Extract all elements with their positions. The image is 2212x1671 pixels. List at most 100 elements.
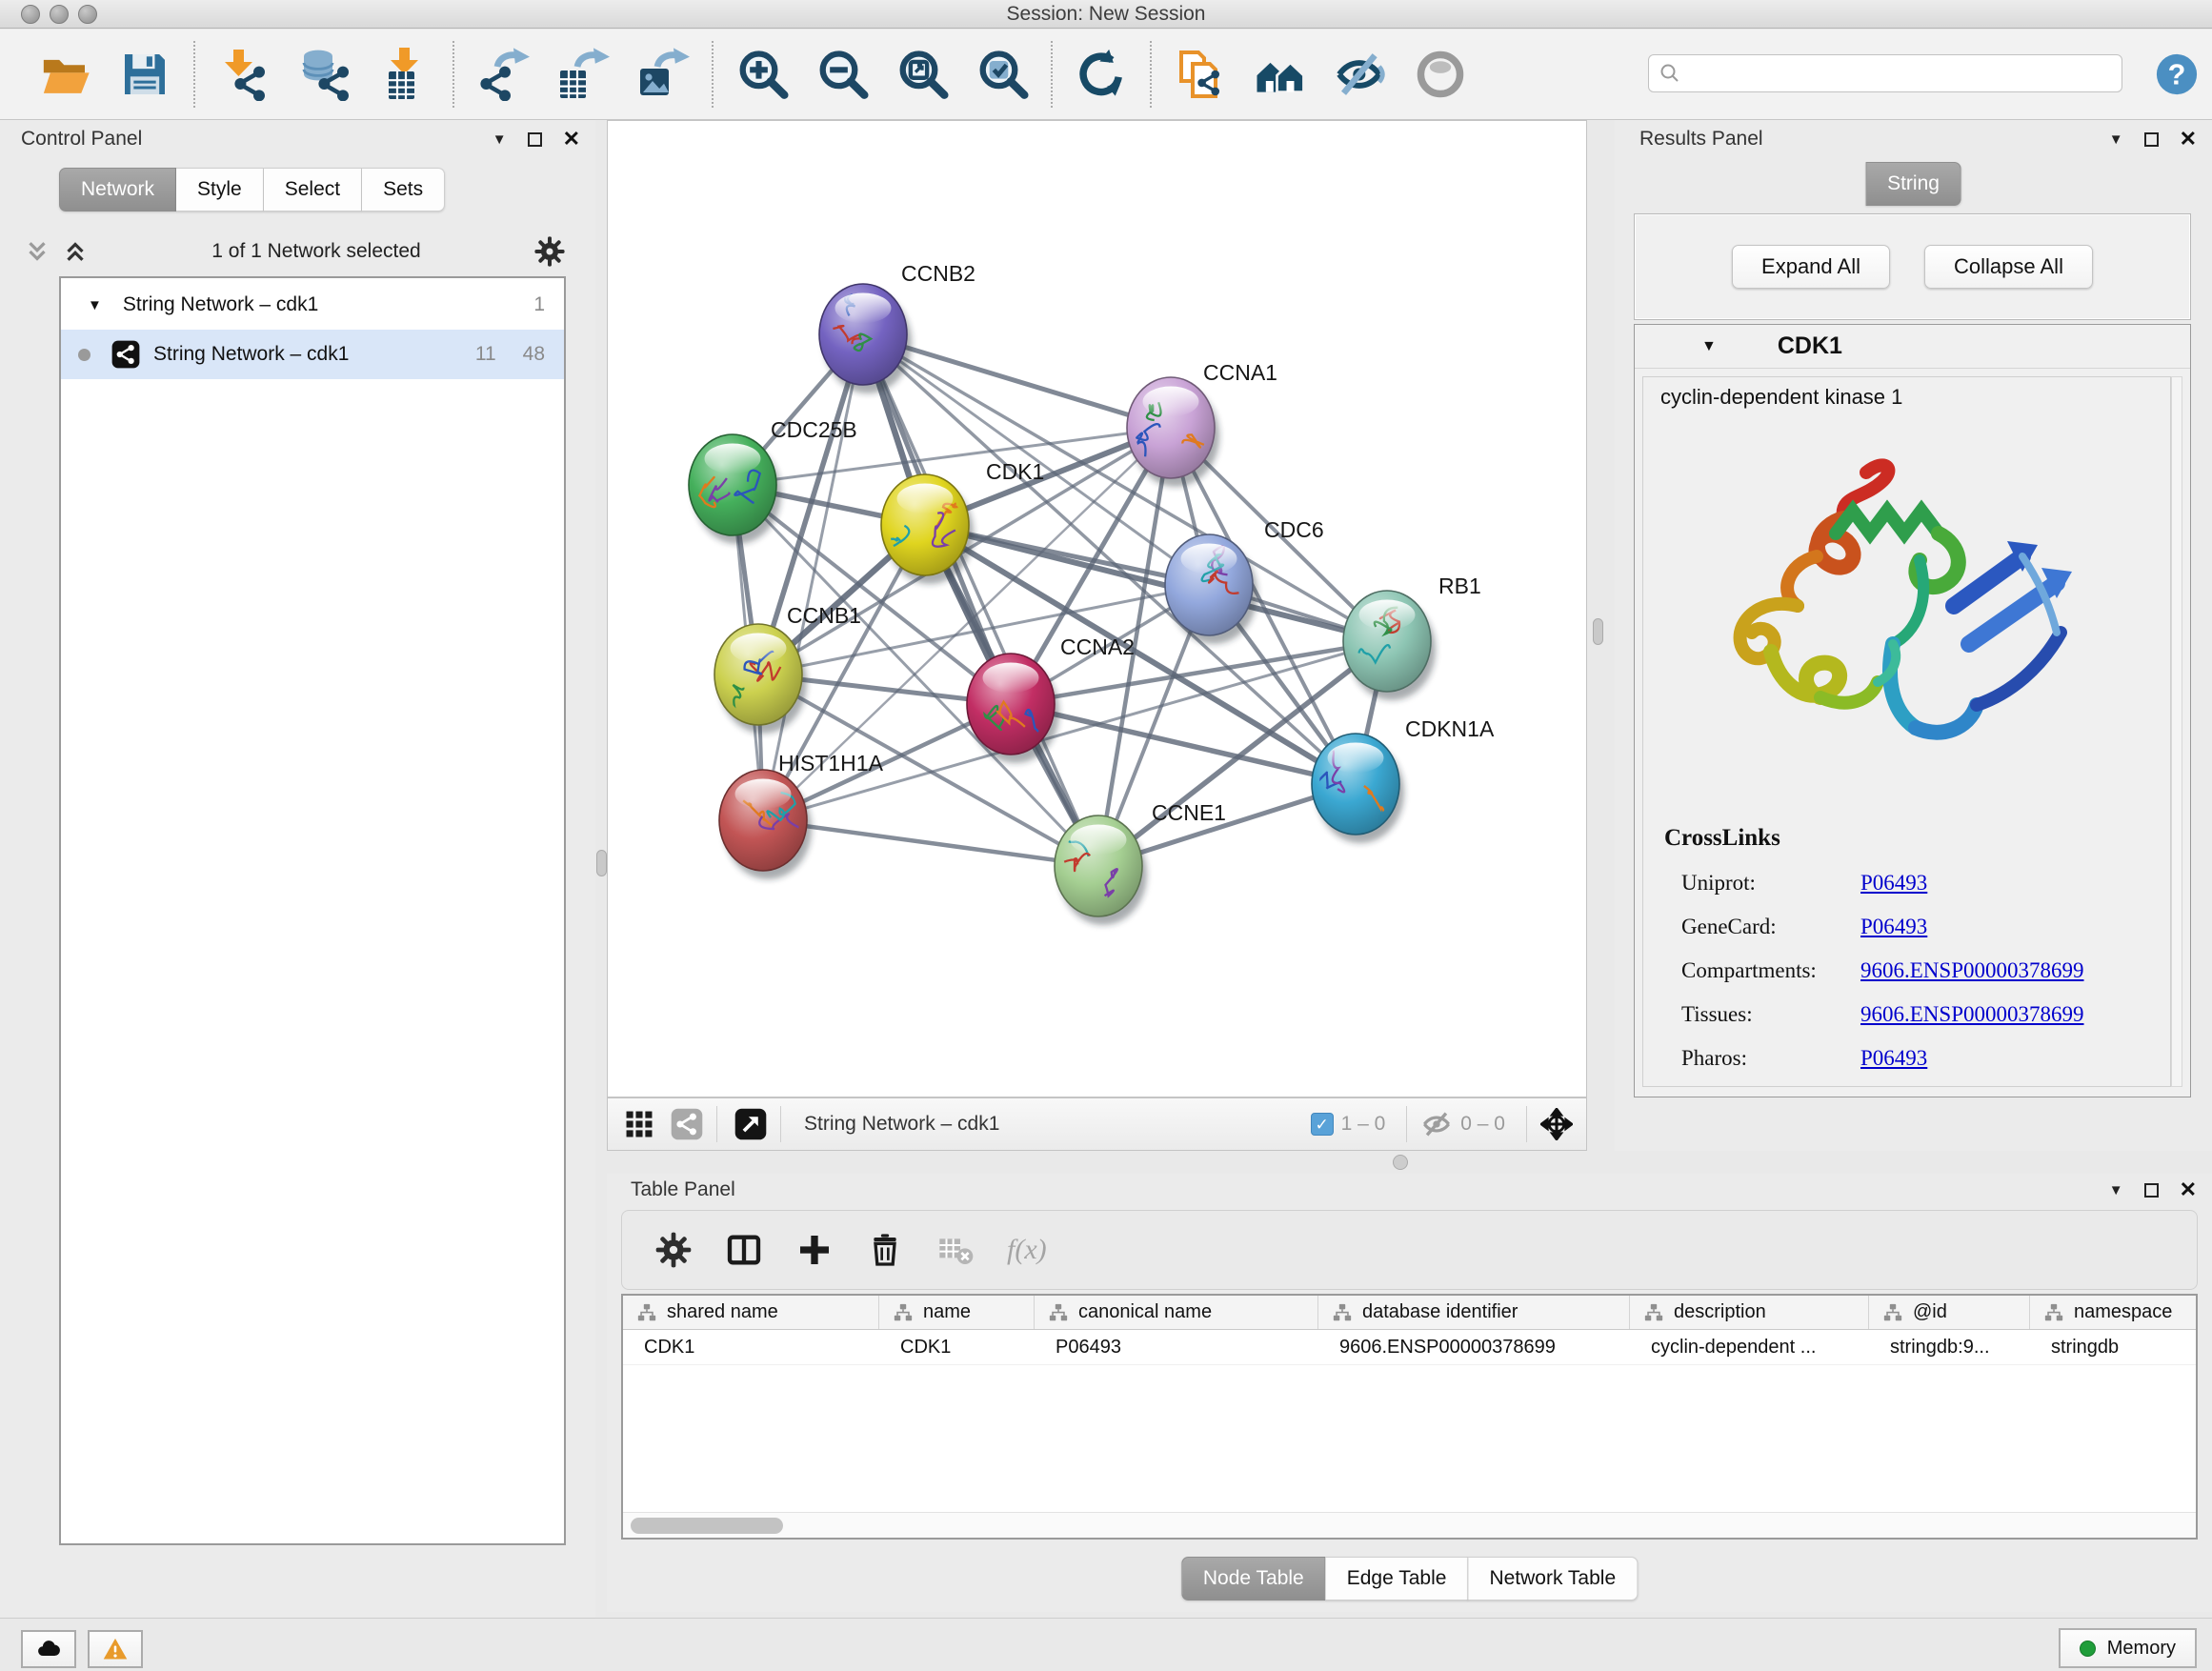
left-splitter-handle[interactable]: [596, 850, 607, 876]
control-panel-menu-icon[interactable]: ▼: [493, 132, 507, 147]
network-canvas[interactable]: CCNB2CCNA1CDC25BCDK1CDC6RB1CCNB1CCNA2CDK…: [607, 120, 1587, 1097]
network-collection-row[interactable]: ▼ String Network – cdk1 1: [61, 280, 564, 330]
network-node-HIST1H1A[interactable]: HIST1H1A: [719, 751, 884, 879]
horizontal-splitter-handle[interactable]: [1393, 1155, 1408, 1170]
import-network-database-button[interactable]: [297, 48, 351, 101]
table-panel-float-icon[interactable]: [2144, 1183, 2159, 1198]
scrollbar-thumb[interactable]: [631, 1518, 783, 1534]
import-table-file-button[interactable]: [377, 48, 431, 101]
expand-all-icon[interactable]: [61, 237, 90, 266]
show-columns-icon[interactable]: [725, 1231, 763, 1269]
save-session-button[interactable]: [118, 48, 171, 101]
protein-header-row[interactable]: ▼ CDK1: [1635, 325, 2190, 369]
home-layout-button[interactable]: [1254, 48, 1307, 101]
string-view-icon[interactable]: [671, 1108, 703, 1140]
results-panel-menu-icon[interactable]: ▼: [2109, 132, 2123, 147]
selected-checkbox-icon[interactable]: ✓: [1311, 1113, 1334, 1136]
network-node-CDK1[interactable]: CDK1: [881, 459, 1044, 584]
copy-view-button[interactable]: [1174, 48, 1227, 101]
tab-select[interactable]: Select: [264, 168, 362, 211]
column-header-description[interactable]: description: [1630, 1296, 1869, 1329]
tab-style[interactable]: Style: [176, 168, 264, 211]
export-image-button[interactable]: [636, 48, 690, 101]
collapse-all-button[interactable]: Collapse All: [1924, 245, 2093, 289]
column-header-canonical-name[interactable]: canonical name: [1035, 1296, 1318, 1329]
table-row[interactable]: CDK1CDK1P064939606.ENSP00000378699cyclin…: [623, 1330, 2196, 1365]
network-edge[interactable]: [925, 525, 1387, 641]
grid-view-icon[interactable]: [623, 1108, 655, 1140]
search-box[interactable]: [1648, 54, 2122, 92]
column-label: name: [923, 1301, 971, 1323]
zoom-out-button[interactable]: [815, 48, 869, 101]
control-panel-close-icon[interactable]: ✕: [563, 129, 580, 150]
control-panel-float-icon[interactable]: [528, 132, 542, 147]
table-horizontal-scrollbar[interactable]: [623, 1512, 2196, 1538]
birdseye-view-icon[interactable]: [734, 1108, 767, 1140]
add-column-icon[interactable]: [795, 1231, 834, 1269]
network-row[interactable]: String Network – cdk1 11 48: [61, 330, 564, 379]
tab-string[interactable]: String: [1865, 162, 1961, 206]
toolbar-buttons: [0, 30, 1480, 119]
memory-button[interactable]: Memory: [2059, 1628, 2197, 1668]
column-header-name[interactable]: name: [879, 1296, 1035, 1329]
delete-column-icon[interactable]: [866, 1231, 904, 1269]
show-graphics-details-button[interactable]: [1414, 48, 1467, 101]
warnings-button[interactable]: [88, 1630, 143, 1668]
network-node-RB1[interactable]: RB1: [1343, 574, 1481, 700]
tab-sets[interactable]: Sets: [362, 168, 445, 211]
zoom-fit-button[interactable]: [895, 48, 949, 101]
tab-edge-table[interactable]: Edge Table: [1326, 1557, 1469, 1601]
tab-network[interactable]: Network: [59, 168, 176, 211]
network-node-CDKN1A[interactable]: CDKN1A: [1312, 716, 1495, 843]
results-scrollbar[interactable]: [2171, 376, 2182, 1087]
table-header-row: shared name name canonical namedatabase id…: [623, 1296, 2196, 1330]
table-cell: cyclin-dependent ...: [1630, 1330, 1869, 1364]
table-panel-close-icon[interactable]: ✕: [2180, 1179, 2197, 1200]
hide-selected-button[interactable]: [1334, 48, 1387, 101]
results-panel-close-icon[interactable]: ✕: [2180, 129, 2197, 150]
zoom-selected-button[interactable]: [975, 48, 1029, 101]
help-button[interactable]: ?: [2155, 52, 2199, 96]
column-header-database-identifier[interactable]: database identifier: [1318, 1296, 1630, 1329]
network-node-CCNA1[interactable]: CCNA1: [1127, 360, 1277, 487]
results-panel-float-icon[interactable]: [2144, 132, 2159, 147]
column-header-shared-name[interactable]: shared name: [623, 1296, 879, 1329]
table-panel-menu-icon[interactable]: ▼: [2109, 1183, 2123, 1198]
network-node-CCNB2[interactable]: CCNB2: [819, 261, 975, 393]
expand-all-button[interactable]: Expand All: [1732, 245, 1890, 289]
column-header-@id[interactable]: @id: [1869, 1296, 2030, 1329]
import-network-file-button[interactable]: [217, 48, 271, 101]
collapse-all-icon[interactable]: [23, 237, 51, 266]
table-cell: stringdb: [2030, 1330, 2198, 1364]
export-network-button[interactable]: [476, 48, 530, 101]
fit-move-icon[interactable]: [1540, 1108, 1573, 1140]
right-splitter-handle[interactable]: [1593, 618, 1603, 645]
refresh-view-button[interactable]: [1075, 48, 1128, 101]
network-view-toolbar: String Network – cdk1 ✓ 1 – 0 0 – 0: [607, 1097, 1587, 1151]
network-node-CCNB1[interactable]: CCNB1: [714, 603, 861, 734]
protein-disclosure-icon[interactable]: ▼: [1701, 338, 1717, 355]
search-input[interactable]: [1681, 58, 2122, 89]
tab-node-table[interactable]: Node Table: [1181, 1557, 1326, 1601]
tab-network-table[interactable]: Network Table: [1468, 1557, 1638, 1601]
node-label-HIST1H1A: HIST1H1A: [778, 751, 884, 775]
network-edge[interactable]: [763, 820, 1098, 866]
network-node-CDC6[interactable]: CDC6: [1165, 517, 1324, 644]
crosslink-link[interactable]: 9606.ENSP00000378699: [1860, 958, 2084, 983]
cloud-button[interactable]: [21, 1630, 76, 1668]
table-options-gear-icon[interactable]: [654, 1231, 693, 1269]
crosslink-link[interactable]: P06493: [1860, 871, 1927, 896]
crosslink-link[interactable]: 9606.ENSP00000378699: [1860, 1002, 2084, 1027]
crosslink-link[interactable]: P06493: [1860, 1046, 1927, 1071]
network-edge[interactable]: [758, 585, 1209, 674]
network-options-gear-icon[interactable]: [533, 235, 566, 268]
export-table-button[interactable]: [556, 48, 610, 101]
zoom-in-button[interactable]: [735, 48, 789, 101]
crosslink-link[interactable]: P06493: [1860, 915, 1927, 939]
collection-disclosure-icon[interactable]: ▼: [88, 297, 102, 313]
table-cell: stringdb:9...: [1869, 1330, 2030, 1364]
open-session-button[interactable]: [38, 48, 91, 101]
network-edge[interactable]: [863, 334, 1098, 866]
network-current-dot-icon: [78, 349, 90, 361]
column-header-namespace[interactable]: namespace: [2030, 1296, 2198, 1329]
